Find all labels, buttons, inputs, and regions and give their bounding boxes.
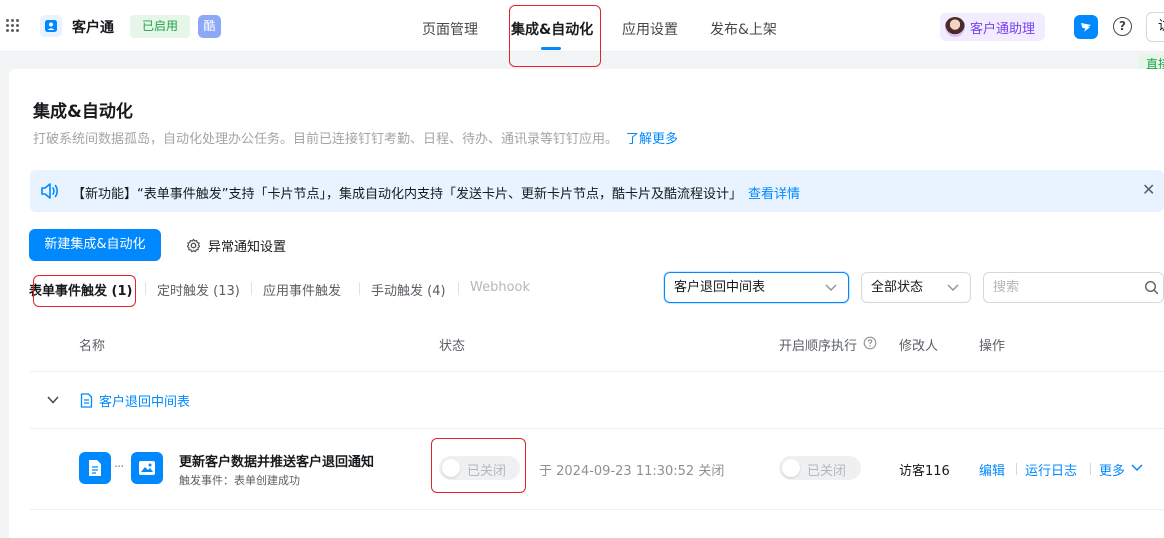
search-icon[interactable]: [1144, 280, 1159, 295]
subtab-app-event[interactable]: 应用事件触发: [263, 280, 341, 299]
document-icon: [80, 393, 93, 408]
more-dropdown[interactable]: 更多: [1099, 460, 1125, 479]
sequential-label: 开启顺序执行: [779, 339, 858, 354]
group-form-link[interactable]: 客户退回中间表: [80, 391, 190, 410]
run-log-link[interactable]: 运行日志: [1025, 460, 1077, 479]
close-icon[interactable]: ✕: [1142, 180, 1155, 199]
help-icon[interactable]: ?: [1113, 17, 1132, 36]
subtab-divider: [458, 282, 459, 295]
divider: [30, 428, 1164, 429]
tab-publish[interactable]: 发布&上架: [710, 19, 777, 39]
abnormal-notify-label: 异常通知设置: [208, 240, 287, 255]
learn-more-link[interactable]: 了解更多: [626, 132, 678, 147]
subtab-webhook[interactable]: Webhook: [470, 280, 530, 295]
collapse-chevron-icon[interactable]: [45, 393, 61, 407]
tab-integration-automation[interactable]: 集成&自动化: [511, 19, 593, 39]
chevron-down-icon: [947, 284, 959, 291]
abnormal-notify-settings-button[interactable]: 异常通知设置: [186, 236, 286, 255]
search-box: [983, 272, 1164, 303]
subtab-form-event[interactable]: 表单事件触发 (1): [29, 280, 132, 299]
question-circle-icon[interactable]: [863, 336, 877, 350]
page-description: 打破系统间数据孤岛，自动化处理办公任务。目前已连接钉钉考勤、日程、待办、通讯录等…: [33, 128, 678, 147]
sequential-toggle-label: 已关闭: [807, 464, 847, 479]
notice-message: 【新功能】“表单事件触发”支持「卡片节点」，集成自动化内支持「发送卡片、更新卡片…: [72, 183, 800, 202]
form-select-value: 客户退回中间表: [674, 280, 766, 295]
toggle-knob: [442, 459, 460, 477]
edit-link[interactable]: 编辑: [979, 460, 1005, 479]
dingtalk-icon[interactable]: [1074, 15, 1098, 39]
op-divider: [1090, 463, 1091, 475]
assistant-button[interactable]: 客户通助理: [940, 13, 1046, 41]
status-toggle[interactable]: 已关闭: [439, 456, 520, 480]
ku-badge[interactable]: 酷: [198, 15, 221, 38]
status-toggle-label: 已关闭: [467, 464, 507, 479]
speaker-icon: [40, 182, 60, 204]
page-title: 集成&自动化: [33, 102, 133, 122]
group-form-label: 客户退回中间表: [99, 395, 191, 410]
sequential-toggle[interactable]: 已关闭: [779, 456, 861, 480]
op-divider: [1016, 463, 1017, 475]
status-select[interactable]: 全部状态: [861, 272, 971, 303]
subtab-divider: [359, 282, 360, 295]
chevron-down-icon: [825, 284, 837, 291]
assistant-avatar: [945, 17, 965, 37]
status-badge: 已启用: [130, 15, 191, 38]
subtab-divider: [251, 282, 252, 295]
column-header-modifier: 修改人: [899, 339, 939, 354]
tab-app-settings[interactable]: 应用设置: [622, 19, 678, 39]
chevron-down-icon[interactable]: [1130, 462, 1144, 474]
notice-text: 【新功能】“表单事件触发”支持「卡片节点」，集成自动化内支持「发送卡片、更新卡片…: [72, 187, 742, 202]
gear-icon: [186, 238, 201, 253]
app-name: 客户通: [72, 20, 114, 36]
status-select-value: 全部状态: [871, 280, 924, 295]
tab-page-management[interactable]: 页面管理: [422, 19, 478, 39]
active-tab-indicator: [541, 47, 561, 50]
form-node-icon: [79, 452, 111, 484]
flow-title[interactable]: 更新客户数据并推送客户退回通知: [179, 451, 374, 470]
subtab-manual[interactable]: 手动触发 (4): [371, 280, 446, 299]
visit-button[interactable]: 访: [1146, 12, 1164, 42]
closed-time-text: 于 2024-09-23 11:30:52 关闭: [539, 464, 725, 479]
column-header-sequential: 开启顺序执行: [779, 335, 857, 354]
divider: [30, 371, 1164, 372]
app-grid-icon[interactable]: [6, 19, 20, 33]
app-logo-icon: [40, 15, 62, 37]
column-header-ops: 操作: [979, 339, 1006, 354]
divider: [30, 509, 1164, 510]
new-integration-button[interactable]: 新建集成&自动化: [29, 229, 161, 261]
page-description-text: 打破系统间数据孤岛，自动化处理办公任务。目前已连接钉钉考勤、日程、待办、通讯录等…: [33, 132, 619, 147]
modifier-name: 访客116: [899, 464, 950, 479]
more-label: 更多: [1099, 464, 1126, 479]
toggle-knob: [782, 459, 800, 477]
subtab-divider: [145, 282, 146, 295]
search-input[interactable]: [993, 273, 1133, 302]
update-data-icon: [131, 452, 163, 484]
column-header-status: 状态: [439, 339, 466, 354]
assistant-label: 客户通助理: [970, 21, 1036, 37]
top-bar: 客户通 已启用 酷 页面管理 集成&自动化 应用设置 发布&上架 客户通助理 ?…: [0, 0, 1164, 52]
subtab-scheduled[interactable]: 定时触发 (13): [157, 280, 240, 299]
feature-notice: 【新功能】“表单事件触发”支持「卡片节点」，集成自动化内支持「发送卡片、更新卡片…: [30, 170, 1164, 212]
form-select[interactable]: 客户退回中间表: [664, 272, 849, 303]
column-header-name: 名称: [79, 339, 106, 354]
notice-details-link[interactable]: 查看详情: [748, 187, 800, 202]
flow-trigger-text: 触发事件：表单创建成功: [179, 474, 300, 487]
ellipsis-icon: ···: [114, 460, 124, 475]
